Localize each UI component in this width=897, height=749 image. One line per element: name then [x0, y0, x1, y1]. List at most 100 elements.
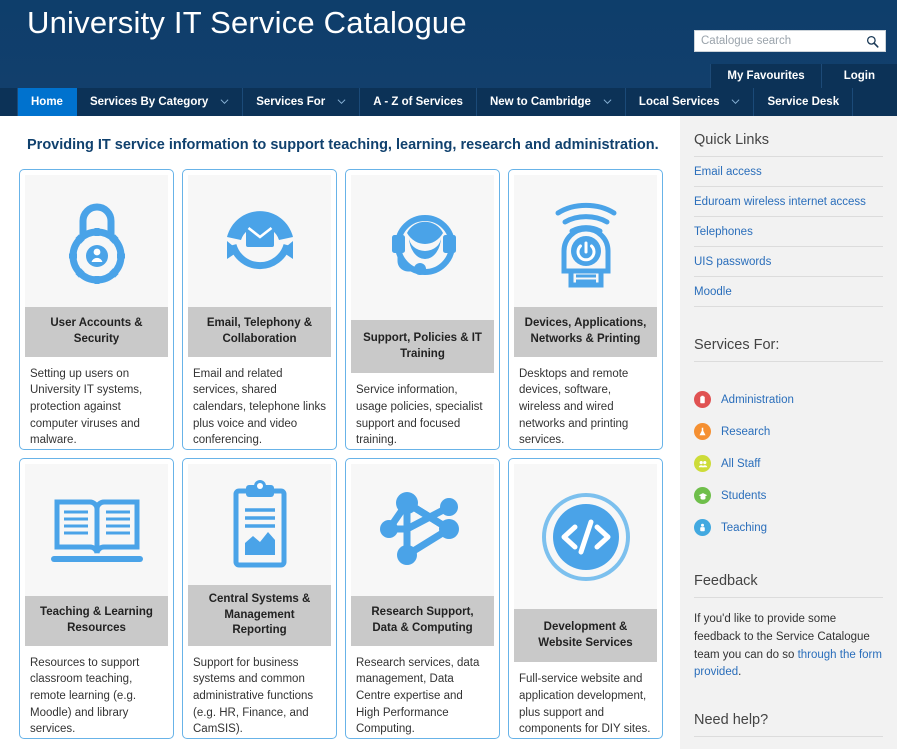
card-description: Research services, data management, Data… [356, 656, 480, 736]
page-root: University IT Service Catalogue My Favou… [0, 0, 897, 749]
nav-label: Local Services [638, 96, 720, 108]
nav-item-local-services[interactable]: Local Services [626, 88, 755, 116]
nav-label: Services For [256, 96, 326, 108]
card-title: Email, Telephony & Collaboration [188, 306, 331, 357]
card-icon-area [188, 464, 331, 586]
nav-label: Home [31, 96, 63, 108]
clipboard-icon [694, 391, 711, 408]
search-bar [694, 30, 886, 52]
audience-item-all-staff[interactable]: All Staff [694, 447, 883, 479]
quick-link-telephones[interactable]: Telephones [694, 217, 883, 247]
chevron-down-icon [603, 98, 612, 104]
audience-item-students[interactable]: Students [694, 479, 883, 511]
card-title: Research Support, Data & Computing [351, 595, 494, 646]
card-icon-area [514, 175, 657, 307]
clipboard-chart-icon [233, 479, 286, 568]
card-description: Resources to support classroom teaching,… [30, 656, 140, 736]
mortarboard-icon [694, 487, 711, 504]
login-button[interactable]: Login [820, 64, 897, 88]
nav-label: Service Desk [767, 96, 840, 108]
category-card-user-accounts-security[interactable]: User Accounts & Security Setting up user… [19, 169, 174, 450]
card-icon-area [25, 464, 168, 596]
feedback-text: If you'd like to provide some feedback t… [694, 598, 883, 682]
nav-label: New to Cambridge [489, 96, 591, 108]
category-card-teaching-learning-resources[interactable]: Teaching & Learning Resources Resources … [19, 458, 174, 739]
my-favourites-button[interactable]: My Favourites [710, 64, 821, 88]
quick-links-heading: Quick Links [694, 116, 883, 157]
quick-link-moodle[interactable]: Moodle [694, 277, 883, 307]
quick-link-eduroam[interactable]: Eduroam wireless internet access [694, 187, 883, 217]
category-card-devices-networks-printing[interactable]: Devices, Applications, Networks & Printi… [508, 169, 663, 450]
audience-item-administration[interactable]: Administration [694, 383, 883, 415]
card-description: Service information, usage policies, spe… [356, 384, 483, 447]
audience-label: Students [721, 489, 767, 502]
audience-item-research[interactable]: Research [694, 415, 883, 447]
card-title: Devices, Applications, Networks & Printi… [514, 306, 657, 357]
search-icon [866, 35, 879, 48]
nav-item-services-by-category[interactable]: Services By Category [77, 88, 244, 116]
audience-label: All Staff [721, 457, 761, 470]
card-icon-area [514, 464, 657, 610]
nav-item-service-desk[interactable]: Service Desk [754, 88, 854, 116]
main-content: Providing IT service information to supp… [0, 116, 680, 749]
quick-link-email-access[interactable]: Email access [694, 157, 883, 187]
code-brackets-icon [541, 492, 630, 581]
card-title: Development & Website Services [514, 609, 657, 663]
nav-item-home[interactable]: Home [17, 88, 77, 116]
right-sidebar: Quick Links Email access Eduroam wireles… [680, 116, 897, 749]
account-bar: My Favourites Login [710, 64, 897, 88]
feedback-heading: Feedback [694, 543, 883, 598]
search-button[interactable] [860, 30, 886, 52]
category-card-grid: User Accounts & Security Setting up user… [0, 153, 680, 739]
services-for-heading: Services For: [694, 307, 883, 362]
card-icon-area [188, 175, 331, 307]
page-title: University IT Service Catalogue [27, 5, 467, 40]
people-icon [694, 455, 711, 472]
presenter-icon [694, 519, 711, 536]
audience-label: Research [721, 425, 771, 438]
nav-label: A - Z of Services [373, 96, 463, 108]
card-title: Central Systems & Management Reporting [188, 585, 331, 646]
chevron-down-icon [220, 98, 229, 104]
card-description: Setting up users on University IT system… [30, 367, 143, 447]
chevron-down-icon [732, 98, 740, 104]
category-card-support-policies-training[interactable]: Support, Policies & IT Training Service … [345, 169, 500, 450]
card-title: Support, Policies & IT Training [351, 320, 494, 374]
audience-item-teaching[interactable]: Teaching [694, 511, 883, 543]
device-power-wireless-icon [555, 202, 616, 288]
main-navigation: Home Services By Category Services For A… [0, 88, 897, 116]
category-card-development-website-services[interactable]: Development & Website Services Full-serv… [508, 458, 663, 739]
chevron-down-icon [337, 98, 346, 104]
services-for-list: Administration Research All Staff Studen… [694, 362, 883, 543]
card-icon-area [351, 175, 494, 321]
card-icon-area [351, 464, 494, 596]
headset-support-icon [391, 214, 456, 275]
site-header: University IT Service Catalogue My Favou… [0, 0, 897, 88]
card-title: Teaching & Learning Resources [25, 595, 168, 646]
category-card-central-systems-reporting[interactable]: Central Systems & Management Reporting S… [182, 458, 337, 739]
nav-item-a-z-of-services[interactable]: A - Z of Services [360, 88, 477, 116]
network-nodes-icon [379, 491, 459, 565]
audience-label: Teaching [721, 521, 768, 534]
open-book-icon [50, 499, 143, 562]
intro-text: Providing IT service information to supp… [27, 137, 659, 153]
need-help-heading: Need help? [694, 682, 883, 738]
email-collaboration-icon [226, 211, 293, 269]
nav-item-new-to-cambridge[interactable]: New to Cambridge [477, 88, 626, 116]
category-card-research-support-data-computing[interactable]: Research Support, Data & Computing Resea… [345, 458, 500, 739]
card-description: Email and related services, shared calen… [193, 367, 326, 447]
quick-link-uis-passwords[interactable]: UIS passwords [694, 247, 883, 277]
flask-icon [694, 423, 711, 440]
page-body: Providing IT service information to supp… [0, 116, 897, 749]
card-icon-area [25, 175, 168, 307]
card-title: User Accounts & Security [25, 306, 168, 357]
nav-item-services-for[interactable]: Services For [243, 88, 361, 116]
nav-label: Services By Category [89, 96, 209, 108]
card-description: Full-service website and application dev… [519, 673, 651, 736]
card-description: Desktops and remote devices, software, w… [519, 367, 629, 447]
search-input[interactable] [694, 30, 860, 52]
padlock-user-icon [68, 203, 125, 284]
category-card-email-telephony-collaboration[interactable]: Email, Telephony & Collaboration Email a… [182, 169, 337, 450]
audience-label: Administration [721, 393, 794, 406]
card-description: Support for business systems and common … [193, 656, 314, 736]
